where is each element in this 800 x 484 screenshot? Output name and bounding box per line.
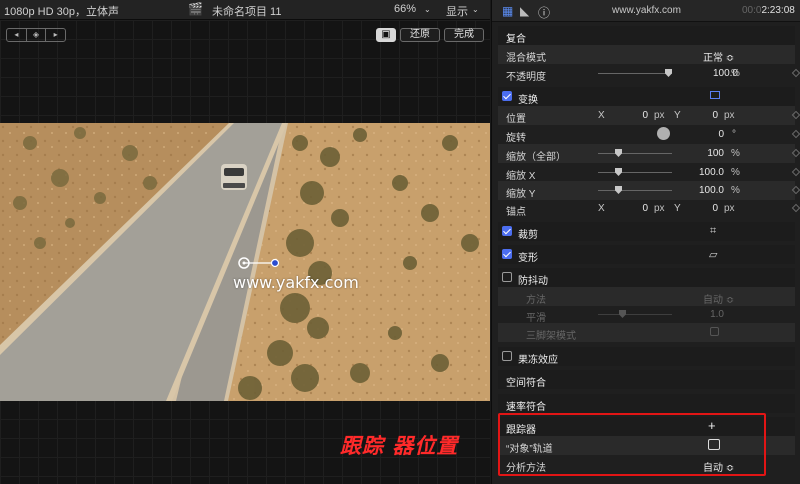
analysis-method-row: 分析方法 自动 ≎ [498,455,795,474]
keyframe-diamond-icon[interactable] [791,68,800,78]
position-y[interactable]: 0 [688,110,718,121]
crop-checkbox[interactable] [502,226,512,236]
rotation-dial[interactable] [657,127,670,140]
rotation-value[interactable]: 0 [694,129,724,140]
keyframe-diamond-icon[interactable] [791,203,800,213]
scale-all-row: 缩放（全部） 100 % [498,144,800,163]
color-inspector-icon[interactable]: ◣ [520,4,529,18]
scale-y-value[interactable]: 100.0 [694,185,724,196]
distort-onscreen-icon[interactable]: ▱ [709,248,717,261]
add-tracker-button[interactable]: + [708,418,716,433]
keyframe-diamond-icon[interactable] [791,148,800,158]
distort-checkbox[interactable] [502,249,512,259]
zoom-menu[interactable]: 66% [394,3,416,15]
transform-checkbox[interactable] [502,91,512,101]
opacity-slider[interactable] [598,73,672,74]
display-chevron-icon[interactable]: ⌄ [472,5,479,14]
video-inspector-icon[interactable]: ▦ [502,4,513,18]
section-rate-conform[interactable]: 速率符合 [498,394,795,413]
opacity-row: 不透明度 100.0 % [498,64,800,83]
section-trackers[interactable]: 跟踪器 + [498,417,795,436]
stab-smooth-row: 平滑 1.0 [526,309,724,324]
keyframe-nav: ◂ ◈ ▸ [6,28,66,42]
stab-method-select: 自动 ≎ [703,295,735,306]
annotation-caption: 跟踪 器位置 [340,434,459,458]
next-keyframe-button[interactable]: ▸ [46,29,65,41]
section-crop[interactable]: 裁剪 ⌗ [498,222,795,241]
stab-smooth-knob [619,310,626,318]
keyframe-diamond-icon[interactable] [791,185,800,195]
video-frame[interactable] [0,123,490,401]
clapper-icon: 🎬 [188,2,203,16]
rolling-shutter-checkbox[interactable] [502,351,512,361]
format-info: 1080p HD 30p，立体声 [4,6,119,18]
opacity-knob[interactable] [665,69,672,77]
keyframe-diamond-icon[interactable] [791,129,800,139]
analysis-method-select[interactable]: 自动 ≎ [703,459,734,474]
transform-mode-icon[interactable]: ▣ [376,28,396,42]
viewer-panel: 1080p HD 30p，立体声 🎬 未命名项目 11 66% ⌄ 显示 ⌄ ◂… [0,0,490,484]
anchor-x[interactable]: 0 [618,203,648,214]
scale-x-slider[interactable] [598,172,672,173]
scale-y-slider[interactable] [598,190,672,191]
tripod-checkbox [710,327,719,336]
desert-road-image [0,123,490,401]
scale-all-slider[interactable] [598,153,672,154]
stabilization-checkbox[interactable] [502,272,512,282]
scale-x-row: 缩放 X 100.0 % [498,163,800,182]
blend-mode-row: 混合模式 正常 ≎ [498,45,795,64]
stab-method-row: 方法 自动 ≎ [498,287,795,306]
object-track-row: “对象”轨道 [498,436,795,455]
keyframe-diamond-icon[interactable] [791,167,800,177]
timecode: 00:02:23:08 [742,5,795,16]
scale-all-knob[interactable] [615,149,622,157]
position-row: 位置 X 0 px Y 0 px [498,106,800,125]
anchor-y[interactable]: 0 [688,203,718,214]
project-title: 未命名项目 11 [212,6,282,18]
rotation-row: 旋转 0 ° [498,125,800,144]
section-transform[interactable]: 变换 [498,87,795,106]
reset-button[interactable]: 还原 [400,28,440,42]
stab-smooth-value: 1.0 [710,309,724,320]
stab-tripod-row: 三脚架模式 [498,323,795,342]
site-label: www.yakfx.com [612,5,681,16]
watermark-text: www.yakfx.com [233,273,359,292]
anchor-row: 锚点 X 0 px Y 0 px [498,199,800,218]
section-distort[interactable]: 变形 ▱ [498,245,795,264]
crop-onscreen-icon[interactable]: ⌗ [710,225,716,238]
scale-y-knob[interactable] [615,186,622,194]
done-button[interactable]: 完成 [444,28,484,42]
keyframe-diamond-icon[interactable] [791,110,800,120]
zoom-chevron-icon[interactable]: ⌄ [424,5,431,14]
stab-smooth-slider [598,314,672,315]
section-stabilization[interactable]: 防抖动 [498,268,795,287]
scale-x-knob[interactable] [615,168,622,176]
transform-onscreen-icon[interactable] [710,91,720,99]
section-spatial-conform[interactable]: 空间符合 [498,370,795,389]
inspector-toolbar: ▦ ◣ ⓘ www.yakfx.com 00:02:23:08 [492,0,800,22]
prev-keyframe-button[interactable]: ◂ [7,29,27,41]
scale-y-row: 缩放 Y 100.0 % [498,181,800,200]
add-keyframe-button[interactable]: ◈ [27,29,47,41]
display-menu[interactable]: 显示 [446,3,468,19]
blend-mode-select[interactable]: 正常 ≎ [703,49,734,64]
inspector-panel: ▦ ◣ ⓘ www.yakfx.com 00:02:23:08 复合 混合模式 … [491,0,800,484]
scale-all-value[interactable]: 100 [694,148,724,159]
scale-x-value[interactable]: 100.0 [694,167,724,178]
position-x[interactable]: 0 [618,110,648,121]
section-rolling-shutter[interactable]: 果冻效应 [498,347,795,366]
section-compositing[interactable]: 复合 [498,26,795,45]
viewer-toolbar: 1080p HD 30p，立体声 🎬 未命名项目 11 66% ⌄ 显示 ⌄ [0,0,490,20]
info-icon[interactable]: ⓘ [538,4,550,21]
object-track-icon[interactable] [708,439,720,450]
